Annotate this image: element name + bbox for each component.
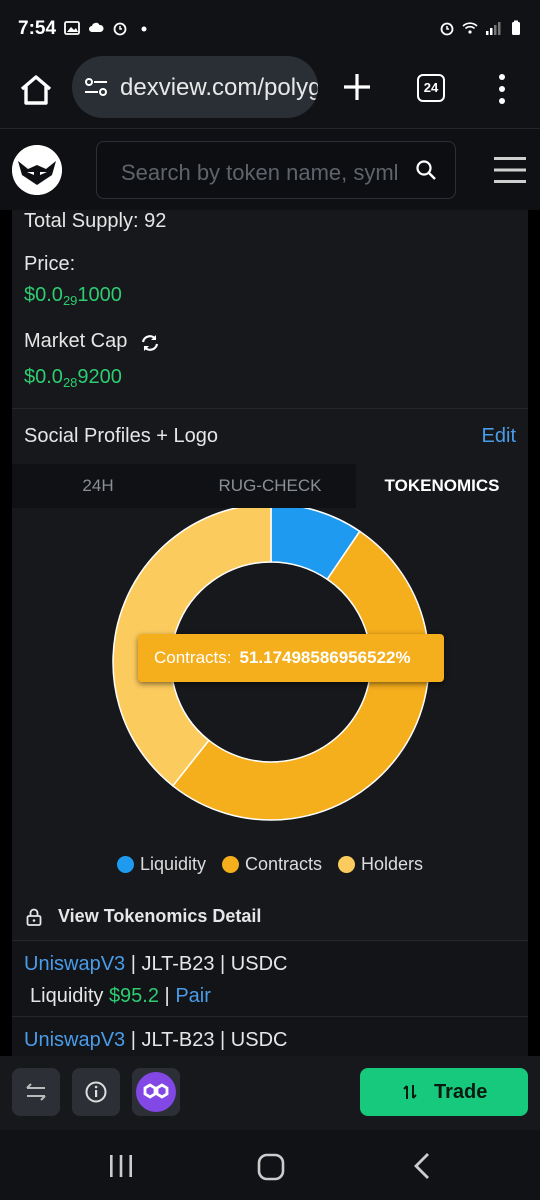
market-cap-value: $0.0289200 [24,366,122,390]
tooltip-value: 51.17498586956522% [239,648,411,667]
more-menu-icon[interactable] [494,72,510,106]
status-left-icons [64,20,152,36]
url-text: dexview.com/polygon [120,74,318,101]
chart-legend: Liquidity Contracts Holders [12,854,528,875]
pair-tokens: | JLT-B23 | USDC [125,1029,288,1051]
pair-tokens: | JLT-B23 | USDC [125,953,288,975]
dexview-logo-icon[interactable] [12,145,62,195]
price-value: $0.0291000 [24,284,122,308]
token-info-card: Total Supply: 92 Price: $0.0291000 Marke… [12,210,528,408]
signal-icon [486,22,501,35]
alarm-icon [440,22,454,36]
tokenomics-panel: Contracts: 51.17498586956522% Liquidity C… [12,503,528,940]
site-settings-icon[interactable] [84,77,108,97]
site-header: Search by token name, symbol [0,128,540,210]
market-cap-label: Market Cap [24,330,128,352]
swap-vertical-icon [403,1085,417,1099]
dex-link[interactable]: UniswapV3 [24,953,125,975]
info-button[interactable] [72,1068,120,1116]
legend-swatch-contracts [221,856,239,873]
tab-24h[interactable]: 24H [12,464,184,508]
social-profiles-title: Social Profiles + Logo [24,425,219,447]
pair-link[interactable]: Pair [175,985,211,1007]
home-icon[interactable] [16,70,56,110]
dot-icon [141,26,147,32]
liquidity-value: $95.2 [108,985,159,1007]
info-icon [85,1081,107,1103]
legend-item-holders[interactable]: Holders [338,854,423,875]
legend-label-contracts: Contracts [244,854,323,874]
lock-icon [26,908,42,926]
view-tokenomics-detail-label: View Tokenomics Detail [58,906,262,926]
legend-label-liquidity: Liquidity [139,854,206,874]
legend-item-liquidity[interactable]: Liquidity [116,854,206,875]
tab-switcher-button[interactable]: 24 [417,74,445,102]
address-bar[interactable]: dexview.com/polygon [72,56,318,118]
wifi-icon [462,22,478,34]
system-navigation-bar [0,1130,540,1200]
trade-label: Trade [434,1081,488,1103]
tab-bar: 24H RUG-CHECK TOKENOMICS [12,464,528,508]
new-tab-icon[interactable] [340,70,374,104]
social-profiles-row: Social Profiles + Logo Edit [12,408,528,464]
home-nav-icon[interactable] [257,1153,285,1181]
main-content: Total Supply: 92 Price: $0.0291000 Marke… [0,210,540,1056]
view-tokenomics-detail-link[interactable]: View Tokenomics Detail [12,906,528,940]
image-icon [64,21,80,35]
edit-link[interactable]: Edit [482,425,516,448]
liquidity-label: Liquidity [30,985,109,1007]
pair-title: UniswapV3 | JLT-B23 | USDC [24,953,287,976]
pair-title: UniswapV3 | JLT-B23 | USDC [24,1029,287,1052]
legend-label-holders: Holders [361,854,424,874]
recent-apps-icon[interactable] [108,1154,134,1178]
trade-button[interactable]: Trade [360,1068,528,1116]
status-bar: 7:54 [0,0,540,52]
cloud-icon [89,22,104,32]
total-supply: Total Supply: 92 [24,210,167,232]
tooltip-label: Contracts: [154,648,232,667]
battery-icon [512,20,520,35]
refresh-icon[interactable] [140,333,160,353]
tab-rug-check[interactable]: RUG-CHECK [184,464,356,508]
legend-swatch-liquidity [116,856,134,873]
search-placeholder: Search by token name, symbol [121,160,397,185]
swap-arrows-button[interactable] [12,1068,60,1116]
status-time: 7:54 [18,18,57,39]
hamburger-menu-icon[interactable] [494,155,526,185]
search-icon[interactable] [415,159,437,181]
polygon-chain-icon [136,1072,176,1112]
dex-link[interactable]: UniswapV3 [24,1029,125,1051]
legend-item-contracts[interactable]: Contracts [221,854,323,875]
swap-arrows-icon [26,1083,46,1101]
polygon-chain-button[interactable] [132,1068,180,1116]
search-input[interactable]: Search by token name, symbol [96,141,456,199]
pair-row[interactable]: UniswapV3 | JLT-B23 | USDC [12,1016,528,1056]
chart-tooltip: Contracts: 51.17498586956522% [138,634,444,682]
status-right-icons [439,20,524,36]
legend-swatch-holders [338,856,356,873]
pair-liquidity-line: Liquidity $95.2 | Pair [30,985,211,1008]
bottom-action-bar: Trade [0,1056,540,1130]
price-label: Price: [24,253,76,275]
pair-separator: | [159,985,176,1007]
back-icon[interactable] [412,1152,432,1180]
alarm-icon [113,22,127,36]
tab-tokenomics[interactable]: TOKENOMICS [356,464,528,508]
pair-row[interactable]: UniswapV3 | JLT-B23 | USDC Liquidity $95… [12,940,528,1016]
browser-toolbar: dexview.com/polygon 24 [0,52,540,128]
